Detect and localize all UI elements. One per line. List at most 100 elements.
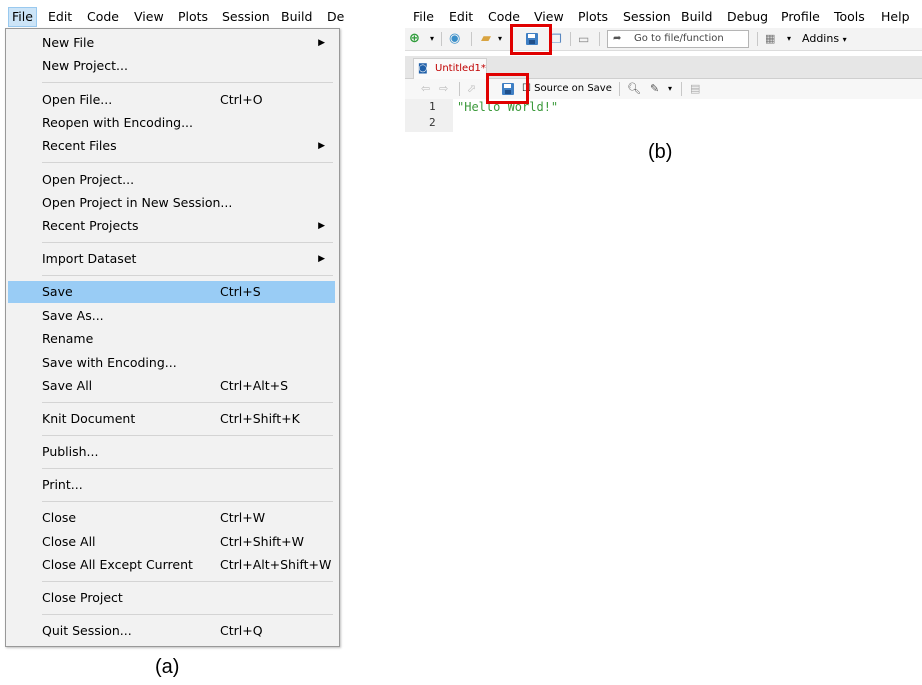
menu-item-label: Save [42,284,73,299]
source-on-save-toggle[interactable]: ☐ Source on Save [522,81,612,97]
menu-item-save-all[interactable]: Save All Ctrl+Alt+S [8,375,335,397]
chevron-down-icon[interactable]: ▾ [430,31,434,47]
menu-edit[interactable]: Edit [449,8,473,26]
menu-item-reopen-with-encoding[interactable]: Reopen with Encoding... [8,112,335,134]
menu-item-label: Print... [42,477,83,492]
arrow-right-icon: ➦ [613,33,622,44]
toolbar-separator [599,32,600,46]
menu-item-label: Reopen with Encoding... [42,115,194,130]
menu-item-publish[interactable]: Publish... [8,441,335,463]
menu-item-save-as[interactable]: Save As... [8,305,335,327]
menu-item-print[interactable]: Print... [8,474,335,496]
menu-item-label: New Project... [42,58,128,73]
menu-item-recent-projects[interactable]: Recent Projects ▶ [8,215,335,237]
menu-build[interactable]: Build [281,8,312,26]
new-file-icon[interactable]: ⊕ [409,31,420,47]
menu-item-label: Knit Document [42,411,136,426]
menu-item-knit-document[interactable]: Knit Document Ctrl+Shift+K [8,408,335,430]
search-icon[interactable]: 🔍︎ [627,81,641,97]
menubar-a: File Edit Code View Plots Session Build … [0,6,344,28]
menu-debug-truncated[interactable]: De [327,8,344,26]
menu-tools[interactable]: Tools [834,8,865,26]
menu-separator [42,468,333,469]
menu-item-close-project[interactable]: Close Project [8,587,335,609]
menu-profile[interactable]: Profile [781,8,820,26]
chevron-down-icon: ▾ [842,35,847,44]
menu-item-label: Open Project in New Session... [42,195,233,210]
menu-item-shortcut: Ctrl+Alt+S [220,378,289,393]
menu-item-rename[interactable]: Rename [8,328,335,350]
menu-item-label: Recent Files [42,138,117,153]
toolbar-separator [570,32,571,46]
menu-item-label: Recent Projects [42,218,139,233]
menu-item-open-file[interactable]: Open File... Ctrl+O [8,89,335,111]
open-folder-icon[interactable]: ▰ [481,31,491,47]
caption-b: (b) [648,141,673,163]
menu-item-close[interactable]: Close Ctrl+W [8,507,335,529]
source-editor-pane: ◙ Untitled1* ⇦ ⇨ ⬀ ☐ Source on Save 🔍︎ ✎… [405,52,922,132]
menu-item-shortcut: Ctrl+O [220,92,263,107]
menu-item-save[interactable]: Save Ctrl+S [8,281,335,303]
chevron-down-icon[interactable]: ▾ [787,31,791,47]
goto-placeholder: Go to file/function [634,33,724,44]
caption-a: (a) [155,656,180,678]
menu-plots[interactable]: Plots [578,8,608,26]
menu-item-shortcut: Ctrl+Alt+Shift+W [220,557,332,572]
menu-build[interactable]: Build [681,8,712,26]
menu-item-new-file[interactable]: New File ▶ [8,32,335,54]
menu-item-label: Close All Except Current [42,557,193,572]
menu-view[interactable]: View [134,8,164,26]
show-in-window-icon[interactable]: ⬀ [467,81,476,97]
line-number-gutter: 1 2 [405,99,453,132]
forward-arrow-icon[interactable]: ⇨ [439,81,448,97]
print-icon[interactable]: ▭ [578,31,589,47]
submenu-arrow-icon: ▶ [318,221,325,231]
menu-debug[interactable]: Debug [727,8,768,26]
back-arrow-icon[interactable]: ⇦ [421,81,430,97]
main-toolbar: ⊕ ▾ ◉ ▰ ▾ ❐ ▭ ➦ Go to file/function ▦ ▾ … [405,28,922,51]
r-file-icon: ◙ [418,63,428,74]
goto-file-function-input[interactable]: ➦ Go to file/function [607,30,749,48]
menu-help[interactable]: Help [881,8,910,26]
menu-separator [42,242,333,243]
menu-session[interactable]: Session [222,8,270,26]
outline-icon[interactable]: ▤ [690,81,700,97]
toolbar-separator [619,82,620,96]
menu-item-close-all[interactable]: Close All Ctrl+Shift+W [8,531,335,553]
submenu-arrow-icon: ▶ [318,254,325,264]
menu-item-open-project[interactable]: Open Project... [8,169,335,191]
tab-untitled1[interactable]: ◙ Untitled1* [413,58,487,79]
code-editor[interactable]: 1 2 "Hello World!" [405,99,922,132]
menu-code[interactable]: Code [87,8,119,26]
menu-item-new-project[interactable]: New Project... [8,55,335,77]
toolbar-separator [459,82,460,96]
menu-item-label: Close All [42,534,96,549]
save-all-icon[interactable]: ❐ [551,31,562,47]
toolbar-separator [441,32,442,46]
new-project-icon[interactable]: ◉ [449,31,460,47]
chevron-down-icon[interactable]: ▾ [668,81,672,97]
menu-item-shortcut: Ctrl+Shift+K [220,411,300,426]
toolbar-separator [681,82,682,96]
menu-item-label: Open Project... [42,172,135,187]
menu-item-quit-session[interactable]: Quit Session... Ctrl+Q [8,620,335,642]
addins-button[interactable]: Addins ▾ [802,31,847,47]
menu-separator [42,581,333,582]
menu-separator [42,614,333,615]
grid-icon[interactable]: ▦ [765,31,775,47]
editor-tabstrip: ◙ Untitled1* [405,56,922,79]
menu-item-import-dataset[interactable]: Import Dataset ▶ [8,248,335,270]
menu-item-recent-files[interactable]: Recent Files ▶ [8,135,335,157]
menu-item-close-all-except-current[interactable]: Close All Except Current Ctrl+Alt+Shift+… [8,554,335,576]
menu-item-save-with-encoding[interactable]: Save with Encoding... [8,352,335,374]
menu-file[interactable]: File [8,7,37,27]
menu-item-open-project-new-session[interactable]: Open Project in New Session... [8,192,335,214]
menu-file[interactable]: File [413,8,434,26]
menu-session[interactable]: Session [623,8,671,26]
menu-item-label: New File [42,35,95,50]
menu-plots[interactable]: Plots [178,8,208,26]
magic-wand-icon[interactable]: ✎ [650,81,659,97]
chevron-down-icon[interactable]: ▾ [498,31,502,47]
menu-edit[interactable]: Edit [48,8,72,26]
annotation-highlight-box [510,24,552,55]
